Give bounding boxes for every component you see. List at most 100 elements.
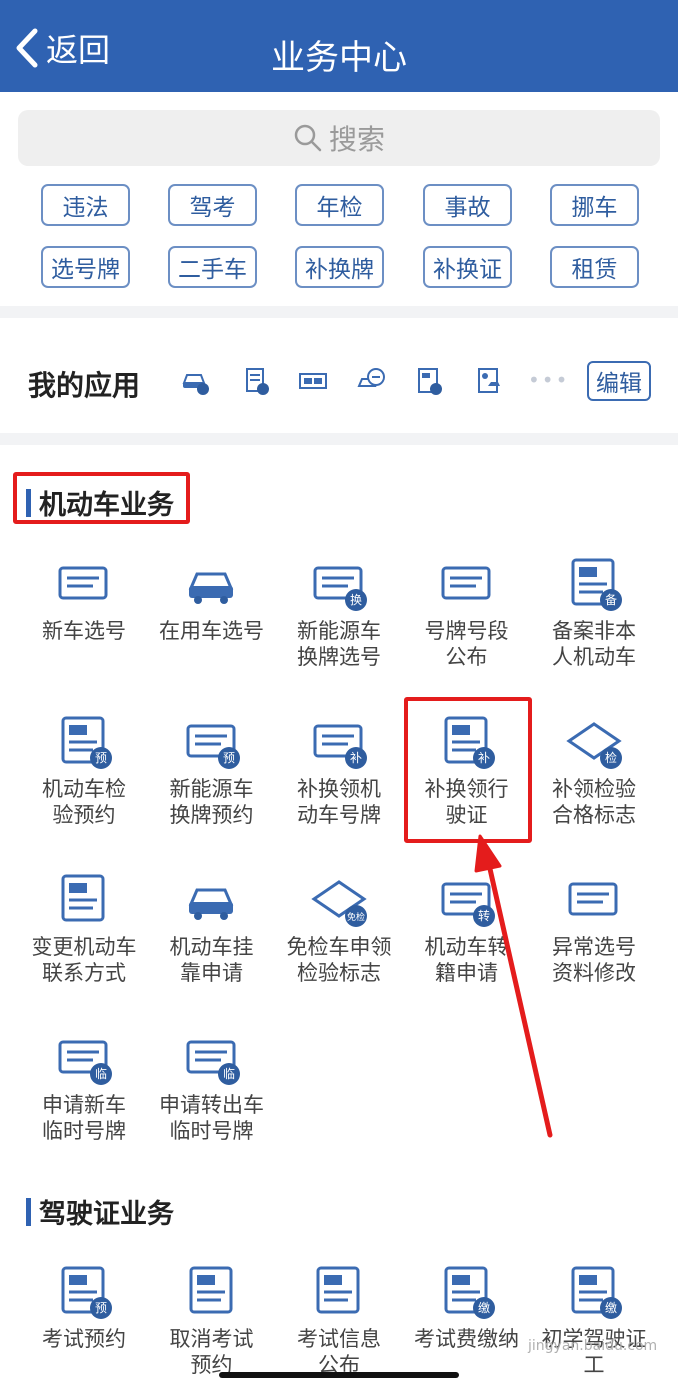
service-tile-label: 号牌号段 公布 [424, 619, 509, 669]
service-tile-label: 变更机动车 联系方式 [31, 935, 137, 985]
exam-info-icon [316, 1266, 360, 1314]
affiliation-icon [188, 888, 233, 920]
service-tile[interactable]: 新车选号 [22, 552, 146, 644]
temp-plate-out-icon: 临 [186, 1040, 240, 1085]
service-tile-label: 申请转出车 临时号牌 [159, 1093, 264, 1143]
ev-plate-icon: 换 [313, 566, 367, 611]
service-tile-label: 取消考试 预约 [169, 1327, 254, 1377]
service-tile[interactable]: 在用车选号 [150, 552, 274, 644]
service-tile[interactable]: 补补换领机 动车号牌 [277, 710, 401, 828]
nav-bar: 返回 业务中心 [0, 0, 678, 92]
quick-tag-chip[interactable]: 租赁 [550, 246, 639, 288]
svg-text:缴: 缴 [477, 1300, 489, 1315]
section-title-text: 机动车业务 [39, 490, 174, 521]
svg-text:补: 补 [350, 751, 362, 765]
quick-tag-chip[interactable]: 补换牌 [295, 246, 384, 288]
service-tile-label: 机动车检 验预约 [42, 777, 126, 827]
quick-tag-chip[interactable]: 违法 [41, 184, 130, 226]
section-bar [26, 488, 31, 517]
license-renew-icon[interactable] [414, 366, 444, 396]
service-tile-label: 免检车申领 检验标志 [286, 935, 392, 985]
abnormal-plate-icon [568, 882, 618, 916]
exam-fee-icon: 缴 [444, 1266, 495, 1319]
svg-text:预: 预 [222, 751, 234, 765]
quick-tag-chip[interactable]: 事故 [423, 184, 512, 226]
cancel-exam-icon [189, 1266, 232, 1314]
svg-text:预: 预 [95, 751, 107, 765]
inspection-booking-icon: 预 [61, 716, 112, 769]
svg-text:临: 临 [222, 1067, 234, 1081]
service-tile[interactable]: 机动车挂 靠申请 [150, 868, 274, 986]
service-tile[interactable]: 转机动车转 籍申请 [405, 868, 529, 986]
registration-card-icon[interactable] [474, 366, 504, 396]
service-tile-label: 考试预约 [42, 1327, 126, 1351]
home-indicator [219, 1372, 459, 1378]
service-tile[interactable]: 检补领检验 合格标志 [532, 710, 656, 828]
service-tile-label: 新能源车 换牌预约 [169, 777, 254, 827]
section-title-vehicle: 机动车业务 [26, 483, 174, 522]
service-tile-label: 在用车选号 [159, 619, 264, 643]
service-tile-label: 考试信息 公布 [297, 1327, 381, 1377]
exam-booking-icon: 预 [61, 1266, 112, 1319]
my-apps-label: 我的应用 [28, 369, 141, 402]
quick-tag-chip[interactable]: 选号牌 [41, 246, 130, 288]
svg-text:临: 临 [95, 1067, 107, 1081]
ev-plate-booking-icon: 预 [186, 724, 240, 769]
watermark-text: jingyan.baidu.com [528, 1338, 658, 1354]
service-tile[interactable]: 临申请转出车 临时号牌 [150, 1026, 274, 1144]
more-apps-dots[interactable]: ••• [528, 368, 569, 392]
service-tile[interactable]: 号牌号段 公布 [405, 552, 529, 670]
car-violation-icon[interactable] [180, 366, 210, 396]
service-tile[interactable]: 异常选号 资料修改 [532, 868, 656, 986]
service-tile-label: 异常选号 资料修改 [552, 935, 636, 985]
temp-plate-new-icon: 临 [58, 1040, 112, 1085]
document-license-icon[interactable] [241, 366, 271, 396]
svg-text:备: 备 [605, 593, 617, 607]
section-title-license: 驾驶证业务 [26, 1192, 174, 1231]
service-tile[interactable]: 缴初学驾驶证工 本费缴纳 [532, 1260, 656, 1378]
inspection-mark-icon: 检 [566, 722, 622, 769]
service-tile[interactable]: 取消考试 预约 [150, 1260, 274, 1378]
svg-text:缴: 缴 [605, 1300, 617, 1315]
service-tile-label: 机动车转 籍申请 [424, 935, 509, 985]
service-tile[interactable]: 临申请新车 临时号牌 [22, 1026, 146, 1144]
service-tile[interactable]: 换新能源车 换牌选号 [277, 552, 401, 670]
quick-tag-chip[interactable]: 补换证 [423, 246, 512, 288]
service-tile[interactable]: 变更机动车 联系方式 [22, 868, 146, 986]
svg-text:检: 检 [605, 750, 617, 765]
svg-text:预: 预 [95, 1301, 107, 1315]
quick-tag-chip[interactable]: 二手车 [168, 246, 257, 288]
plate-range-board-icon [441, 566, 490, 600]
service-tile[interactable]: 免检免检车申领 检验标志 [277, 868, 401, 986]
svg-text:免检: 免检 [347, 911, 365, 923]
used-car-plate-icon [188, 572, 233, 604]
car-service-icon[interactable] [356, 366, 386, 396]
svg-text:转: 转 [477, 908, 489, 923]
change-contact-icon [61, 874, 105, 922]
service-tile[interactable]: 预机动车检 验预约 [22, 710, 146, 828]
service-tile[interactable]: 预新能源车 换牌预约 [150, 710, 274, 828]
highlight-box-tile [404, 697, 532, 843]
edit-button[interactable]: 编辑 [587, 361, 651, 401]
quick-tag-chip[interactable]: 年检 [295, 184, 384, 226]
service-tile[interactable]: 预考试预约 [22, 1260, 146, 1352]
section-title-text: 驾驶证业务 [39, 1199, 174, 1230]
section-divider [0, 433, 678, 445]
section-divider [0, 306, 678, 318]
service-tile[interactable]: 考试信息 公布 [277, 1260, 401, 1378]
service-tile[interactable]: 缴考试费缴纳 [405, 1260, 529, 1352]
page-title: 业务中心 [271, 38, 407, 78]
exempt-mark-icon: 免检 [311, 880, 367, 927]
service-tile[interactable]: 备备案非本 人机动车 [532, 552, 656, 670]
transfer-icon: 转 [441, 882, 495, 927]
search-placeholder: 搜索 [328, 123, 385, 156]
service-tile-label: 补换领机 动车号牌 [297, 777, 381, 827]
service-tile-label: 考试费缴纳 [414, 1327, 519, 1351]
service-tile-label: 新能源车 换牌选号 [297, 619, 381, 669]
replace-plate-icon: 补 [313, 724, 367, 769]
quick-tag-chip[interactable]: 挪车 [550, 184, 639, 226]
search-input[interactable]: 搜索 [18, 110, 660, 166]
plate-exchange-icon[interactable] [298, 366, 328, 396]
quick-tag-chip[interactable]: 驾考 [168, 184, 257, 226]
search-icon [294, 124, 322, 152]
